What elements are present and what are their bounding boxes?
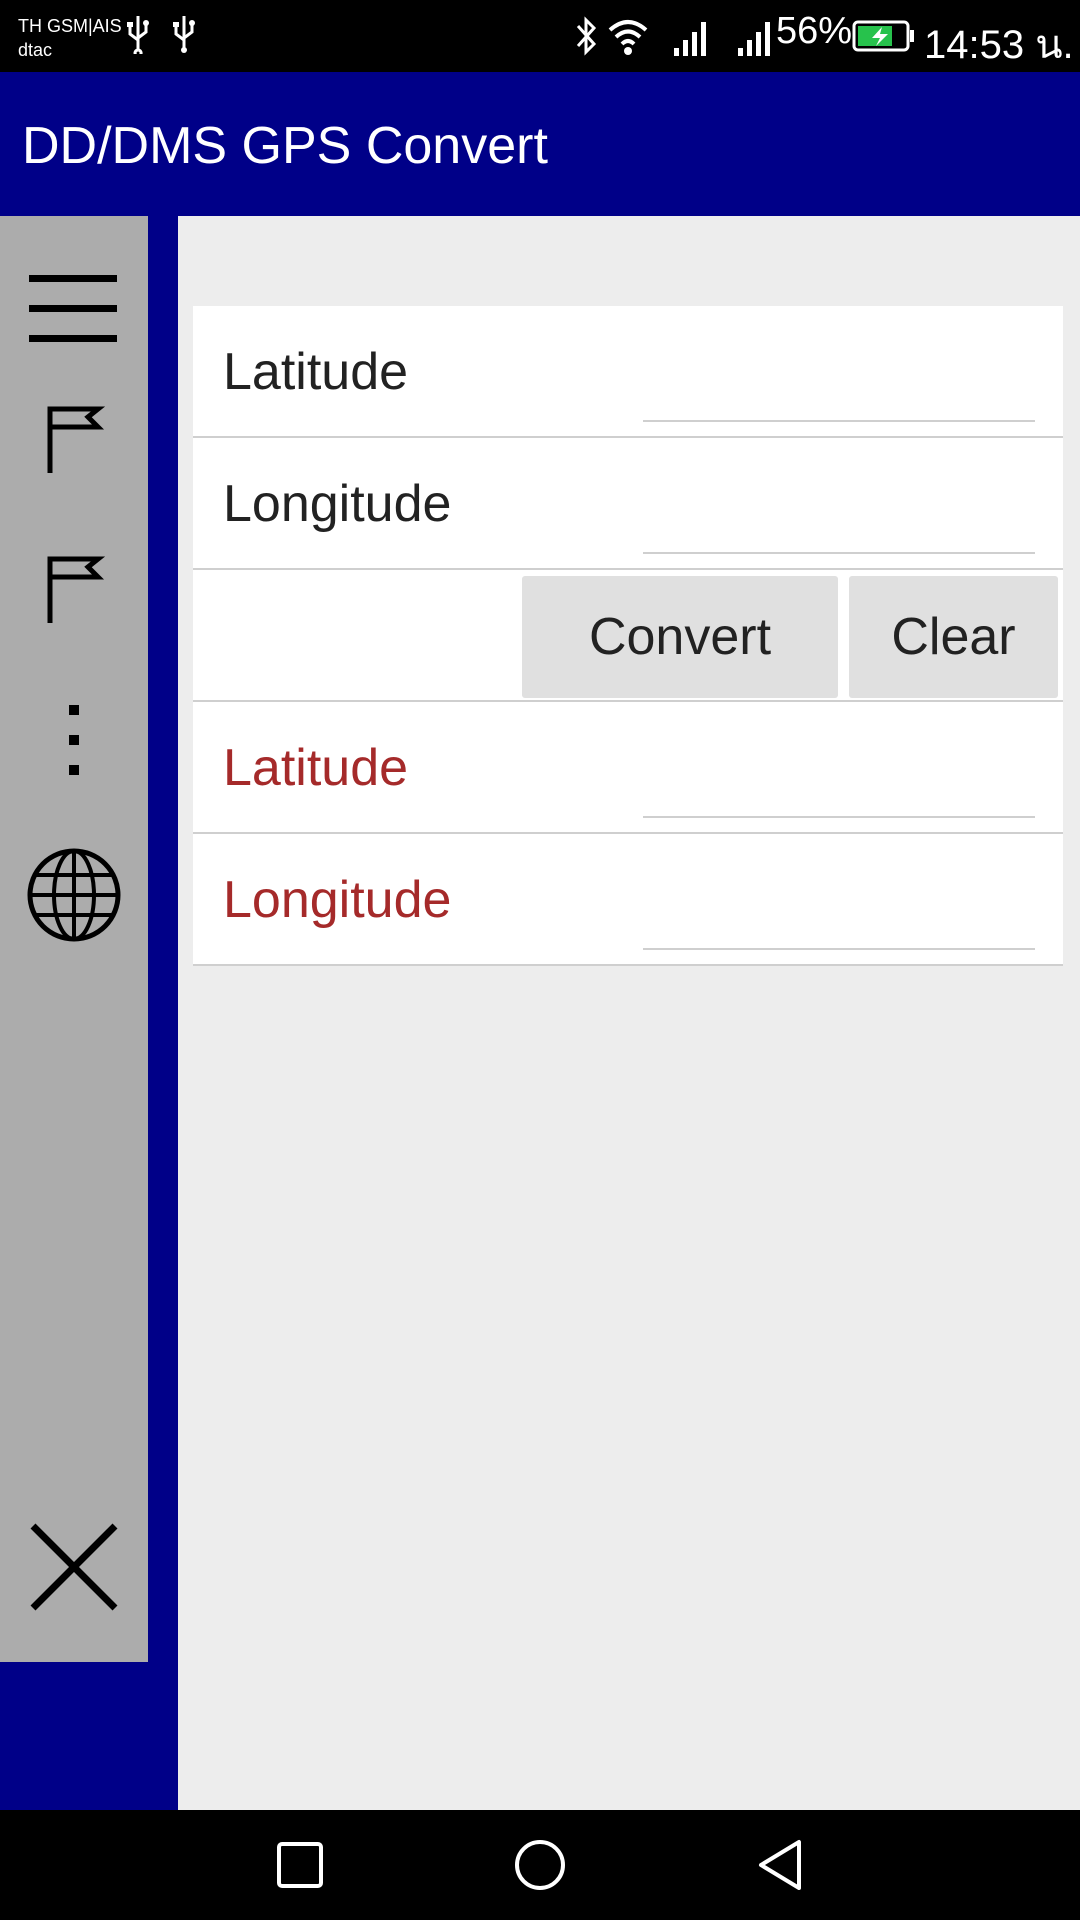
actions-row: Convert Clear [193,570,1063,702]
carrier-line-2: dtac [18,40,53,60]
sidebar [0,216,148,1662]
bluetooth-icon [576,16,597,56]
globe-icon [27,848,121,942]
input-longitude-label: Longitude [223,475,452,533]
converter-form: Latitude Longitude Convert Clear Latitud… [193,306,1063,966]
main-content: Latitude Longitude Convert Clear Latitud… [178,216,1080,1810]
usb-icon [173,16,195,53]
output-latitude-row: Latitude [193,702,1063,834]
usb-icon [127,16,149,54]
signal-icon [674,22,706,56]
triangle-back-icon [759,1840,801,1890]
flag-icon [47,406,106,473]
output-longitude-field[interactable] [643,904,1035,950]
output-latitude-label: Latitude [223,739,409,797]
menu-icon [29,275,117,342]
signal-icon [738,22,770,56]
flag-icon [47,556,106,623]
output-latitude-field[interactable] [643,772,1035,818]
input-latitude-label: Latitude [223,343,409,401]
carrier-line-1: TH GSM|AIS [18,16,122,36]
output-longitude-row: Longitude [193,834,1063,966]
status-bar: TH GSM|AIS dtac 56% 14:53 น. [0,0,1080,72]
navigation-bar [0,1810,1080,1920]
output-longitude-label: Longitude [223,871,452,929]
clear-button[interactable]: Clear [849,576,1058,698]
recents-button[interactable] [260,1830,340,1900]
carrier-info: TH GSM|AIS dtac [18,14,122,62]
circle-icon [515,1840,565,1890]
battery-percent: 56% [776,10,853,52]
close-button[interactable] [0,1502,148,1632]
wifi-icon [608,20,648,55]
back-button[interactable] [740,1830,820,1900]
battery-charging-icon [852,20,914,52]
clock: 14:53 น. [924,23,1074,67]
app-title: DD/DMS GPS Convert [22,117,548,175]
app-bar: DD/DMS GPS Convert [0,72,1080,216]
flag-button-1[interactable] [0,376,148,506]
globe-button[interactable] [0,830,148,960]
input-longitude-field[interactable] [643,508,1035,554]
convert-button[interactable]: Convert [522,576,838,698]
menu-button[interactable] [0,244,148,374]
flag-button-2[interactable] [0,526,148,656]
input-latitude-field[interactable] [643,376,1035,422]
more-button[interactable] [0,676,148,806]
close-icon [30,1523,118,1611]
input-longitude-row: Longitude [193,438,1063,570]
more-vertical-icon [69,705,79,775]
home-button[interactable] [500,1830,580,1900]
square-icon [277,1842,323,1888]
input-latitude-row: Latitude [193,306,1063,438]
